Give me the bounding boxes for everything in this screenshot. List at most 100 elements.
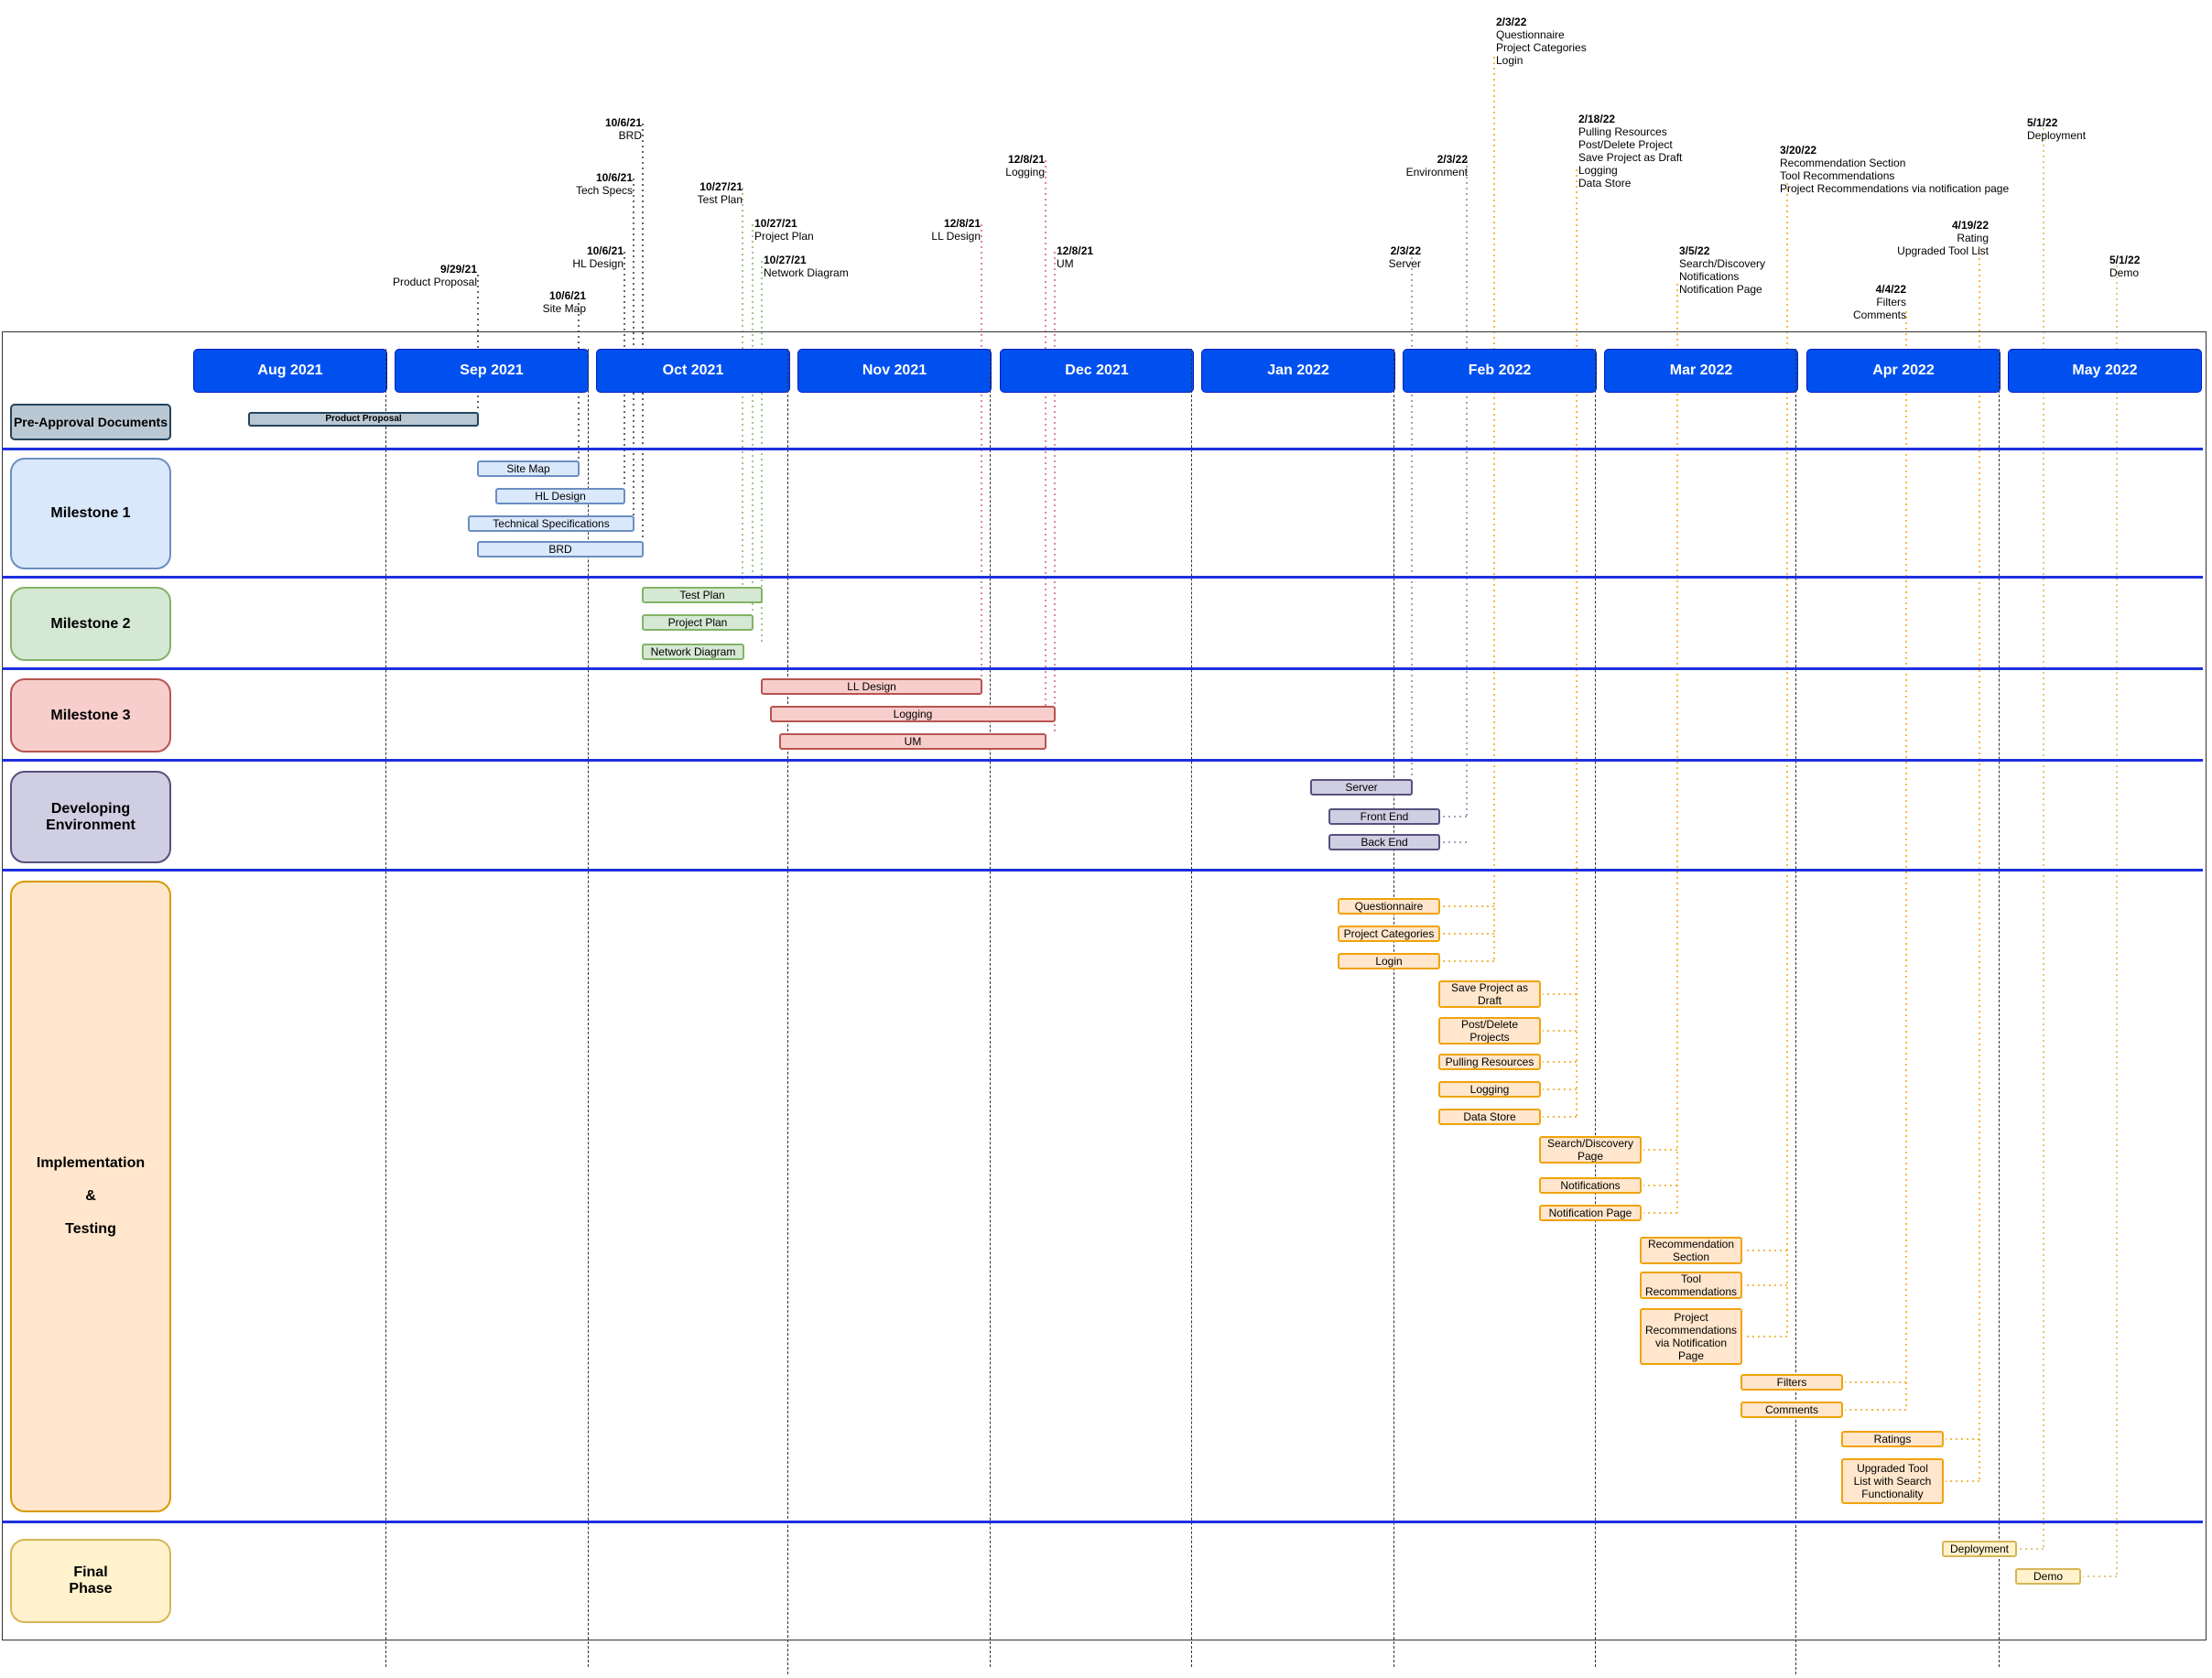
- annotation-network-diagram: 10/27/21 Network Diagram: [764, 241, 849, 279]
- task-demo: Demo: [2015, 1568, 2081, 1585]
- phase-separator: [2, 448, 2203, 450]
- annotation-logging-m3: 12/8/21 Logging: [1005, 140, 1045, 179]
- task-back-end: Back End: [1328, 834, 1440, 850]
- annotation-text: Site Map: [542, 302, 586, 315]
- task-deployment: Deployment: [1942, 1541, 2017, 1557]
- task-ll-design: LL Design: [761, 678, 982, 695]
- phase-separator: [2, 1521, 2203, 1523]
- annotation-apr19-group: 4/19/22 Rating Upgraded Tool List: [1897, 206, 1989, 257]
- task-hl-design: HL Design: [495, 488, 625, 504]
- month-feb-2022: Feb 2022: [1403, 349, 1597, 393]
- month-may-2022: May 2022: [2008, 349, 2202, 393]
- task-data-store: Data Store: [1438, 1109, 1541, 1125]
- task-notification-page: Notification Page: [1539, 1205, 1642, 1221]
- annotation-date: 10/27/21: [754, 217, 797, 230]
- phase-developing-environment: Developing Environment: [10, 771, 171, 863]
- annotation-text: Logging: [1005, 166, 1045, 179]
- task-project-categories: Project Categories: [1338, 926, 1440, 942]
- month-dec-2021: Dec 2021: [1000, 349, 1194, 393]
- annotation-brd: 10/6/21 BRD: [605, 103, 642, 142]
- annotation-date: 5/1/22: [2109, 254, 2141, 266]
- annotation-date: 10/27/21: [699, 180, 743, 193]
- month-divider: [385, 349, 386, 1667]
- annotation-apr4-group: 4/4/22 Filters Comments: [1853, 270, 1906, 321]
- annotation-date: 10/6/21: [604, 116, 642, 129]
- annotation-text: UM: [1057, 257, 1074, 270]
- annotation-date: 4/4/22: [1875, 283, 1906, 296]
- month-divider: [990, 349, 991, 1667]
- task-site-map: Site Map: [477, 460, 580, 477]
- annotation-date: 12/8/21: [943, 217, 981, 230]
- annotation-text: Recommendation Section Tool Recommendati…: [1780, 157, 2010, 195]
- annotation-date: 2/3/22: [1437, 153, 1468, 166]
- annotation-project-plan: 10/27/21 Project Plan: [754, 204, 814, 243]
- phase-separator: [2, 759, 2203, 762]
- annotation-date: 5/1/22: [2027, 116, 2058, 129]
- task-project-plan: Project Plan: [642, 614, 754, 631]
- month-nov-2021: Nov 2021: [797, 349, 992, 393]
- task-server: Server: [1310, 779, 1413, 796]
- month-sep-2021: Sep 2021: [395, 349, 589, 393]
- task-logging-m3: Logging: [770, 706, 1056, 722]
- annotation-text: LL Design: [931, 230, 981, 243]
- phase-milestone-3: Milestone 3: [10, 678, 171, 752]
- phase-separator: [2, 869, 2203, 871]
- phase-separator: [2, 667, 2203, 670]
- task-save-project-draft: Save Project as Draft: [1438, 980, 1541, 1008]
- annotation-date: 2/18/22: [1578, 113, 1616, 125]
- annotation-date: 10/27/21: [764, 254, 807, 266]
- task-network-diagram: Network Diagram: [642, 644, 744, 660]
- month-divider: [1999, 349, 2000, 1667]
- task-login: Login: [1338, 953, 1440, 969]
- annotation-product-proposal: 9/29/21 Product Proposal: [393, 250, 477, 288]
- annotation-text: Pulling Resources Post/Delete Project Sa…: [1578, 125, 1683, 189]
- task-ratings: Ratings: [1841, 1431, 1944, 1447]
- annotation-date: 10/6/21: [586, 244, 623, 257]
- annotation-date: 4/19/22: [1951, 219, 1989, 232]
- task-search-discovery-page: Search/Discovery Page: [1539, 1136, 1642, 1164]
- annotation-text: Server: [1388, 257, 1421, 270]
- task-filters: Filters: [1740, 1374, 1843, 1391]
- month-divider: [787, 349, 788, 1674]
- phase-milestone-1: Milestone 1: [10, 458, 171, 569]
- annotation-mar5-group: 3/5/22 Search/Discovery Notifications Not…: [1679, 232, 1765, 296]
- annotation-mar20-group: 3/20/22 Recommendation Section Tool Recom…: [1780, 131, 2009, 195]
- annotation-tech-specs: 10/6/21 Tech Specs: [576, 158, 633, 197]
- task-upgraded-tool-list: Upgraded Tool List with Search Functiona…: [1841, 1458, 1944, 1504]
- annotation-text: Environment: [1405, 166, 1468, 179]
- month-divider: [1795, 349, 1796, 1674]
- annotation-date: 2/3/22: [1496, 16, 1527, 28]
- annotation-text: Deployment: [2027, 129, 2087, 142]
- annotation-text: Rating Upgraded Tool List: [1897, 232, 1989, 257]
- task-post-delete-projects: Post/Delete Projects: [1438, 1017, 1541, 1045]
- annotation-date: 12/8/21: [1007, 153, 1045, 166]
- task-pulling-resources: Pulling Resources: [1438, 1054, 1541, 1070]
- task-test-plan: Test Plan: [642, 587, 763, 603]
- annotation-date: 3/5/22: [1679, 244, 1710, 257]
- month-oct-2021: Oct 2021: [596, 349, 790, 393]
- annotation-text: Network Diagram: [764, 266, 849, 279]
- task-notifications: Notifications: [1539, 1177, 1642, 1194]
- phase-separator: [2, 576, 2203, 579]
- month-divider: [1393, 349, 1394, 1667]
- task-logging-impl: Logging: [1438, 1081, 1541, 1098]
- annotation-date: 3/20/22: [1780, 144, 1817, 157]
- month-aug-2021: Aug 2021: [193, 349, 387, 393]
- annotation-test-plan: 10/27/21 Test Plan: [698, 168, 743, 206]
- annotation-text: Product Proposal: [392, 276, 477, 288]
- annotation-date: 2/3/22: [1390, 244, 1421, 257]
- annotation-site-map: 10/6/21 Site Map: [543, 276, 586, 315]
- annotation-text: Filters Comments: [1852, 296, 1906, 321]
- task-um: UM: [779, 733, 1046, 750]
- task-questionnaire: Questionnaire: [1338, 898, 1440, 915]
- annotation-um: 12/8/21 UM: [1057, 232, 1093, 270]
- month-divider: [1191, 349, 1192, 1667]
- annotation-text: Search/Discovery Notifications Notificat…: [1679, 257, 1766, 296]
- month-apr-2022: Apr 2022: [1806, 349, 2001, 393]
- month-jan-2022: Jan 2022: [1201, 349, 1395, 393]
- task-technical-specifications: Technical Specifications: [468, 515, 634, 532]
- annotation-text: Questionnaire Project Categories Login: [1496, 28, 1587, 67]
- annotation-deployment: 5/1/22 Deployment: [2027, 103, 2086, 142]
- month-mar-2022: Mar 2022: [1604, 349, 1798, 393]
- annotation-text: Demo: [2109, 266, 2140, 279]
